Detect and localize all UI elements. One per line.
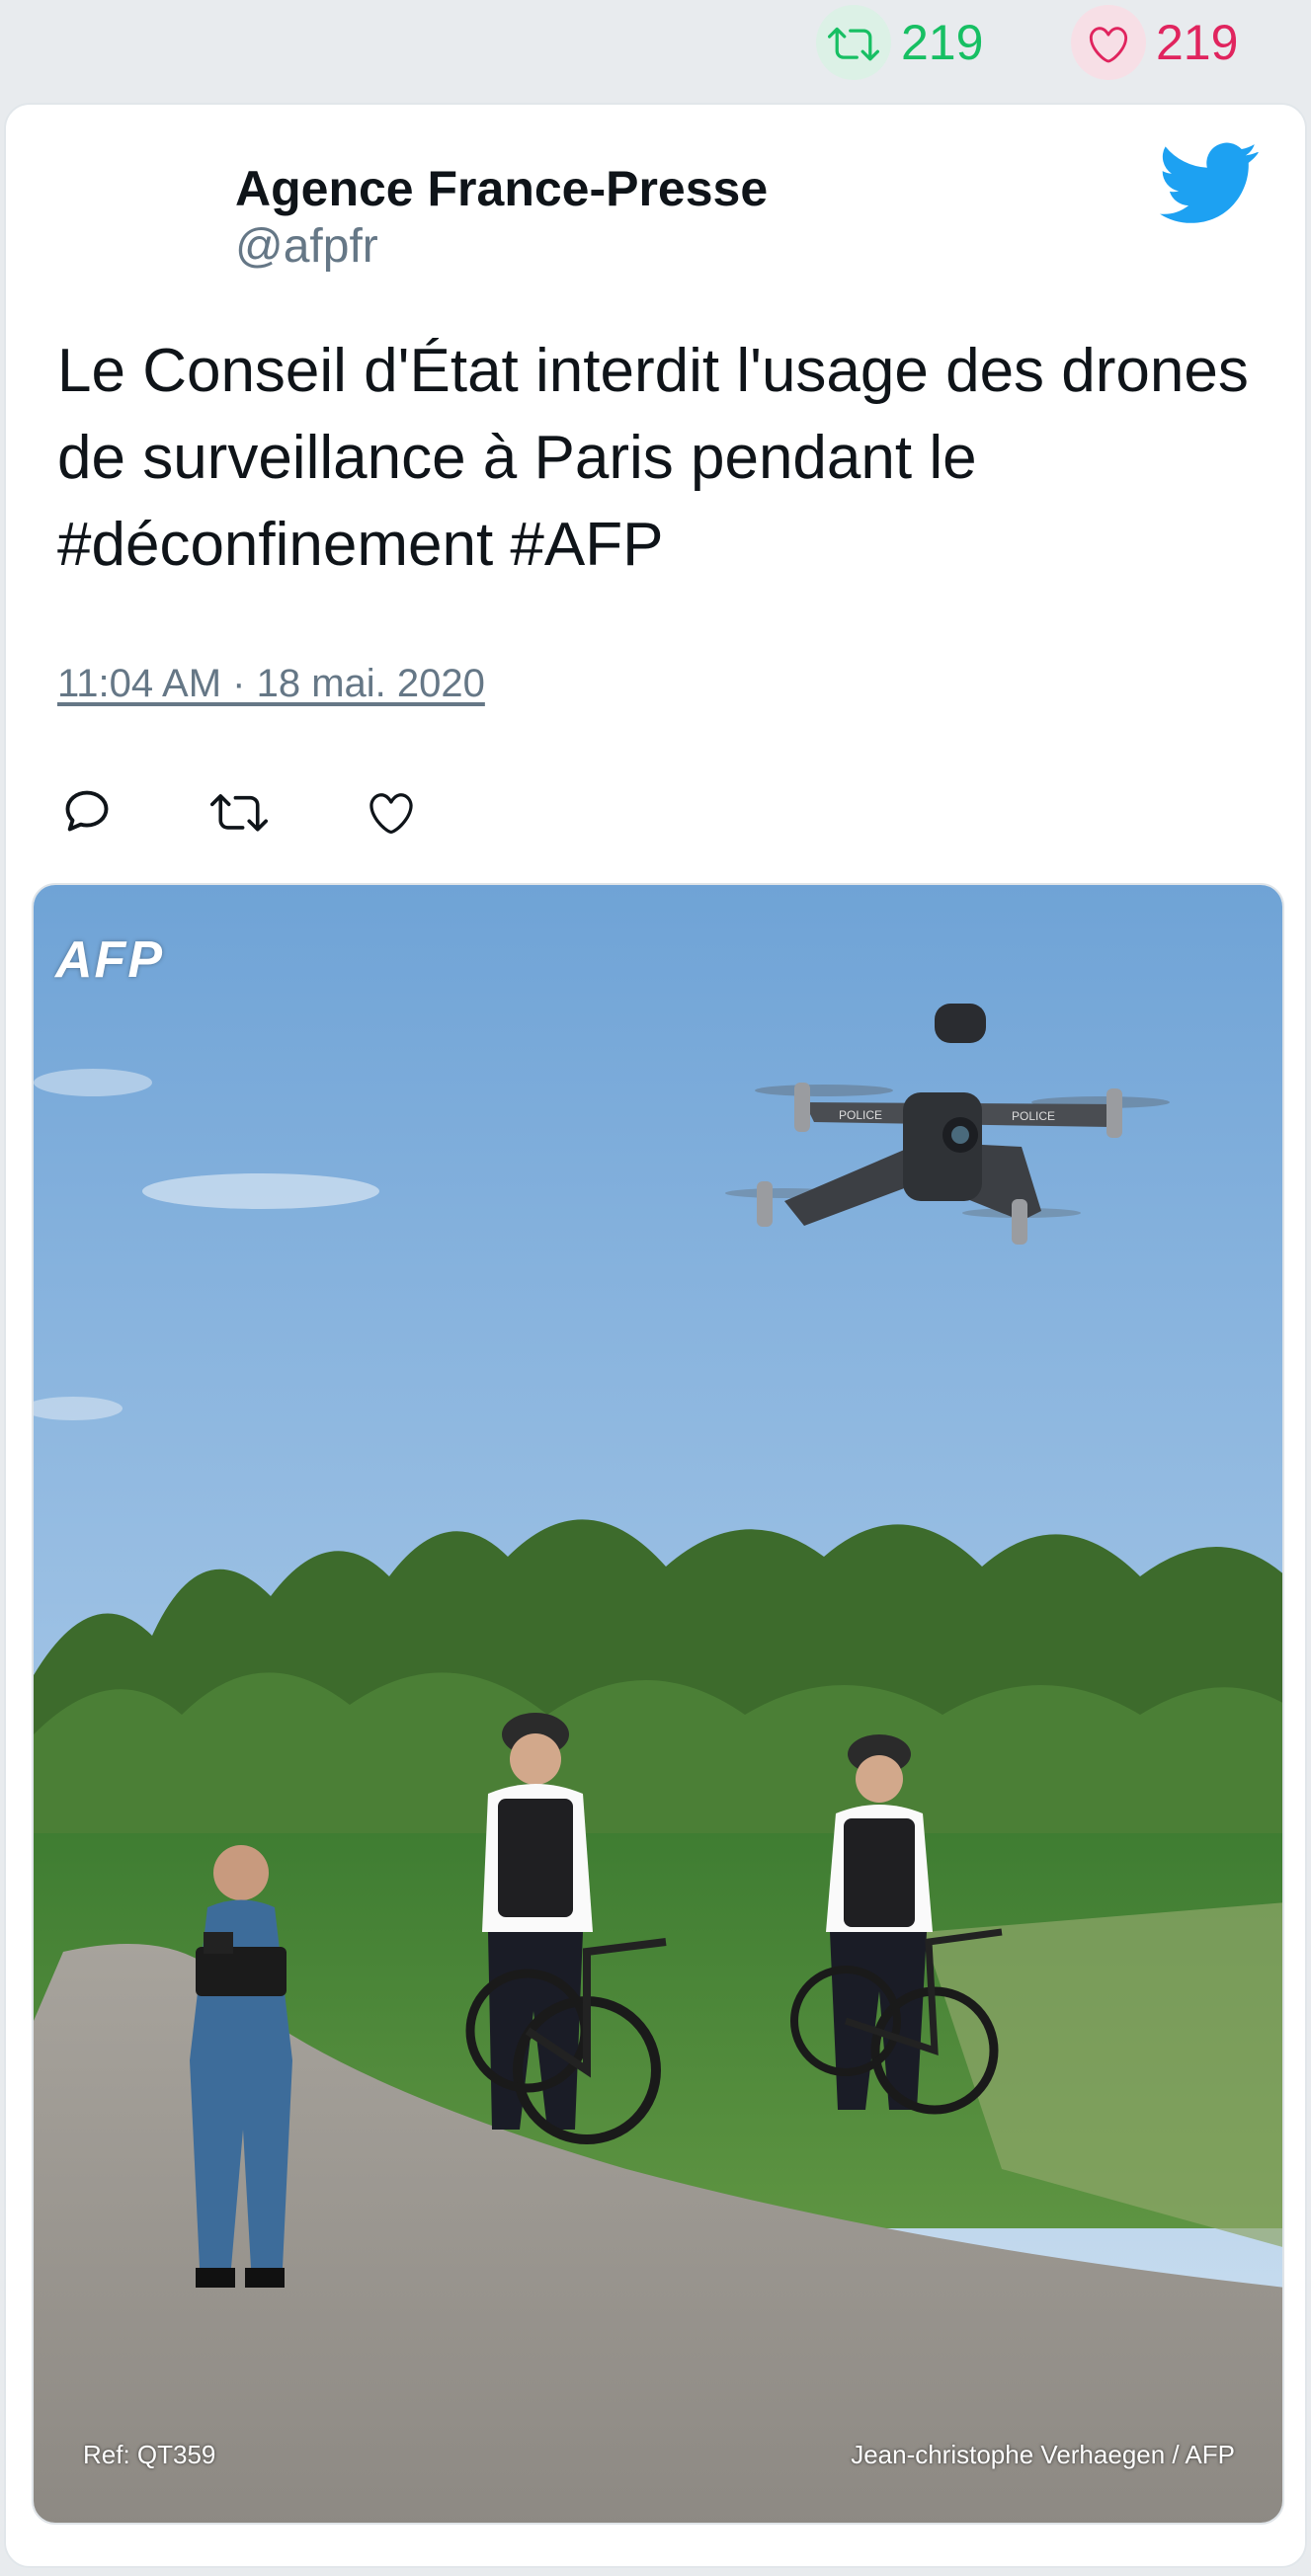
- photo-scene: POLICE POLICE: [34, 885, 1282, 2523]
- like-stat[interactable]: 219: [1071, 5, 1239, 80]
- photo-ref: Ref: QT359: [83, 2440, 216, 2469]
- tweet-card: Agence France-Presse @afpfr Le Conseil d…: [4, 103, 1307, 2568]
- heart-icon: [1071, 5, 1146, 80]
- retweet-stat[interactable]: 219: [816, 5, 984, 80]
- reply-button[interactable]: [57, 781, 117, 841]
- tweet-actions: [57, 776, 514, 845]
- retweet-button[interactable]: [209, 781, 269, 841]
- retweet-icon: [816, 5, 891, 80]
- avatar[interactable]: [59, 156, 182, 279]
- twitter-bird-icon[interactable]: [1160, 142, 1259, 225]
- photo-credit: Jean-christophe Verhaegen / AFP: [851, 2440, 1235, 2469]
- top-stats-bar: 219 219: [0, 0, 1311, 85]
- tweet-timestamp[interactable]: 11:04 AM · 18 mai. 2020: [57, 662, 485, 706]
- tweet-photo[interactable]: POLICE POLICE AFP Ref: QT359 Jean-christ…: [32, 883, 1284, 2525]
- drone-label-left: POLICE: [839, 1108, 882, 1122]
- like-button[interactable]: [362, 781, 421, 841]
- author-name[interactable]: Agence France-Presse: [235, 160, 768, 217]
- retweet-count: 219: [901, 15, 984, 70]
- retweet-icon: [210, 794, 268, 832]
- reply-icon: [65, 790, 109, 832]
- heart-icon: [369, 793, 413, 835]
- author-handle[interactable]: @afpfr: [235, 219, 378, 274]
- like-count: 219: [1156, 15, 1239, 70]
- tweet-text: Le Conseil d'État interdit l'usage des d…: [57, 337, 1249, 579]
- afp-watermark-logo: AFP: [55, 931, 164, 989]
- drone-label-right: POLICE: [1012, 1109, 1055, 1123]
